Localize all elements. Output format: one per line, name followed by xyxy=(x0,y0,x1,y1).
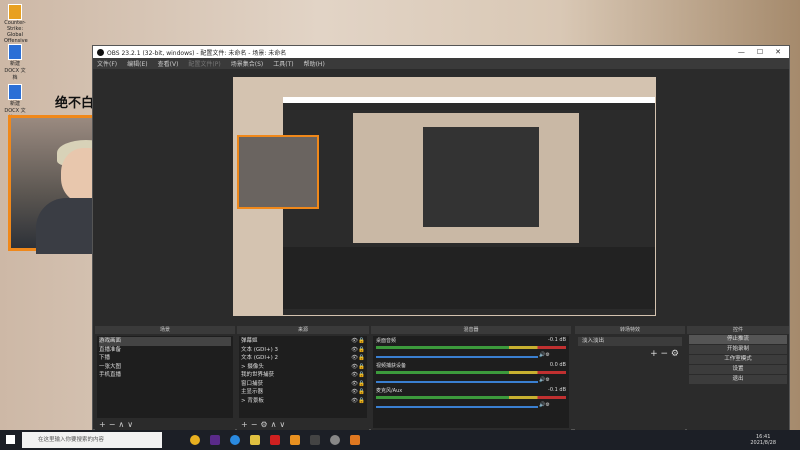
eye-lock-icon: 👁🔒 xyxy=(351,389,365,395)
eye-lock-icon: 👁🔒 xyxy=(351,372,365,378)
eye-lock-icon: 👁🔒 xyxy=(351,346,365,353)
maximize-button[interactable]: ☐ xyxy=(757,48,763,56)
mixer-dock: 混音器 桌面音频 -0.1 dB 🔊⚙ 视频捕获设备 0.0 dB 🔊⚙ 麦克风/A… xyxy=(371,326,571,430)
source-item[interactable]: > 背景板 👁🔒 xyxy=(241,397,365,406)
desktop-icon-doc[interactable]: 新建 DOCX 文档 xyxy=(4,44,26,81)
windows-start-icon[interactable] xyxy=(6,435,15,444)
preview-canvas[interactable] xyxy=(233,77,656,316)
transition-toolbar[interactable]: + − ⚙ xyxy=(575,349,685,359)
menu-edit[interactable]: 编辑(E) xyxy=(127,59,147,68)
eye-lock-icon: 👁🔒 xyxy=(351,380,365,387)
start-recording-button[interactable]: 开始录制 xyxy=(689,345,787,354)
volume-slider[interactable] xyxy=(376,406,538,408)
source-item[interactable]: 主显示器 👁🔒 xyxy=(241,388,365,397)
scene-toolbar[interactable]: +−∧∨ xyxy=(95,420,235,429)
scene-item[interactable]: 一张大图 xyxy=(99,363,231,372)
eye-lock-icon: 👁🔒 xyxy=(351,355,365,361)
speaker-icon[interactable]: 🔊⚙ xyxy=(539,352,550,358)
mixer-channel: 视频捕获设备 0.0 dB 🔊⚙ xyxy=(376,362,566,383)
speaker-icon[interactable]: 🔊⚙ xyxy=(539,377,550,383)
controls-dock: 控件 停止推流 开始录制 工作室模式 设置 退出 xyxy=(687,326,789,430)
clock[interactable]: 16:41 2021/8/28 xyxy=(750,434,800,446)
sogou-icon[interactable] xyxy=(230,435,240,445)
source-item[interactable]: 文本 (GDI+) 3 👁🔒 xyxy=(241,346,365,355)
source-list: 弹幕姬 👁🔒 文本 (GDI+) 3 👁🔒 文本 (GDI+) 2 👁🔒 > 摄像头 👁… xyxy=(239,336,367,418)
window-title: OBS 23.2.1 (32-bit, windows) - 配置文件: 未命名… xyxy=(107,49,287,57)
close-button[interactable]: ✕ xyxy=(775,48,781,56)
menu-help[interactable]: 帮助(H) xyxy=(304,59,325,68)
menu-view[interactable]: 查看(V) xyxy=(158,59,179,68)
menu-file[interactable]: 文件(F) xyxy=(97,59,117,68)
title-bar: OBS 23.2.1 (32-bit, windows) - 配置文件: 未命名… xyxy=(93,46,789,58)
mixer-channel: 桌面音频 -0.1 dB 🔊⚙ xyxy=(376,337,566,358)
eye-lock-icon: 👁🔒 xyxy=(351,338,365,344)
volume-slider[interactable] xyxy=(376,381,538,383)
source-toolbar[interactable]: +−⚙∧∨ xyxy=(237,420,369,429)
stop-streaming-button[interactable]: 停止推流 xyxy=(689,335,787,344)
obs-logo-icon xyxy=(97,48,104,56)
minimize-button[interactable]: — xyxy=(738,48,745,56)
scenes-dock: 场景 游戏画面 直播准备 下播 一张大图 手机直播 +−∧∨ xyxy=(95,326,235,430)
sources-dock: 来源 弹幕姬 👁🔒 文本 (GDI+) 3 👁🔒 文本 (GDI+) 2 👁🔒 > 摄… xyxy=(237,326,369,430)
transitions-dock: 转场特效 淡入淡出 + − ⚙ xyxy=(575,326,685,430)
taskbar-search[interactable]: 在这里输入你要搜索的内容 xyxy=(22,432,162,448)
scene-item[interactable]: 手机直播 xyxy=(99,371,231,380)
studio-mode-button[interactable]: 工作室模式 xyxy=(689,355,787,364)
source-item[interactable]: > 摄像头 👁🔒 xyxy=(241,363,365,372)
app2-icon[interactable] xyxy=(310,435,320,445)
menu-tools[interactable]: 工具(T) xyxy=(273,59,293,68)
volume-slider[interactable] xyxy=(376,356,538,358)
transition-select[interactable]: 淡入淡出 xyxy=(578,337,682,346)
chrome-icon[interactable] xyxy=(190,435,200,445)
source-item[interactable]: 我的世界捕获 👁🔒 xyxy=(241,371,365,380)
speaker-icon[interactable]: 🔊⚙ xyxy=(539,402,550,408)
scene-list: 游戏画面 直播准备 下播 一张大图 手机直播 xyxy=(97,336,233,418)
eye-lock-icon: 👁🔒 xyxy=(351,397,365,404)
menu-bar: 文件(F) 编辑(E) 查看(V) 配置文件(P) 场景集合(S) 工具(T) … xyxy=(93,58,789,69)
obs-window: OBS 23.2.1 (32-bit, windows) - 配置文件: 未命名… xyxy=(92,45,790,430)
wps-icon[interactable] xyxy=(270,435,280,445)
file-explorer-icon[interactable] xyxy=(250,435,260,445)
source-item[interactable]: 窗口捕获 👁🔒 xyxy=(241,380,365,389)
steam-icon[interactable] xyxy=(350,435,360,445)
mixer-channel: 麦克风/Aux -0.1 dB 🔊⚙ xyxy=(376,387,566,408)
desktop-icon-csgo[interactable]: Counter-Strike: Global Offensive xyxy=(4,4,28,44)
taskbar: 在这里输入你要搜索的内容 16:41 2021/8/28 xyxy=(0,430,800,450)
premiere-icon[interactable] xyxy=(210,435,220,445)
obs-taskbar-icon[interactable] xyxy=(330,435,340,445)
source-item[interactable]: 文本 (GDI+) 2 👁🔒 xyxy=(241,354,365,363)
eye-lock-icon: 👁🔒 xyxy=(351,363,365,370)
scene-item[interactable]: 下播 xyxy=(99,354,231,363)
nested-obs-preview xyxy=(283,97,655,315)
menu-scene-collection[interactable]: 场景集合(S) xyxy=(231,59,264,68)
settings-button[interactable]: 设置 xyxy=(689,365,787,374)
scene-item[interactable]: 游戏画面 xyxy=(99,337,231,346)
app-icon[interactable] xyxy=(290,435,300,445)
menu-profile[interactable]: 配置文件(P) xyxy=(188,59,220,68)
scene-item[interactable]: 直播准备 xyxy=(99,346,231,355)
source-item[interactable]: 弹幕姬 👁🔒 xyxy=(241,337,365,346)
exit-button[interactable]: 退出 xyxy=(689,375,787,384)
